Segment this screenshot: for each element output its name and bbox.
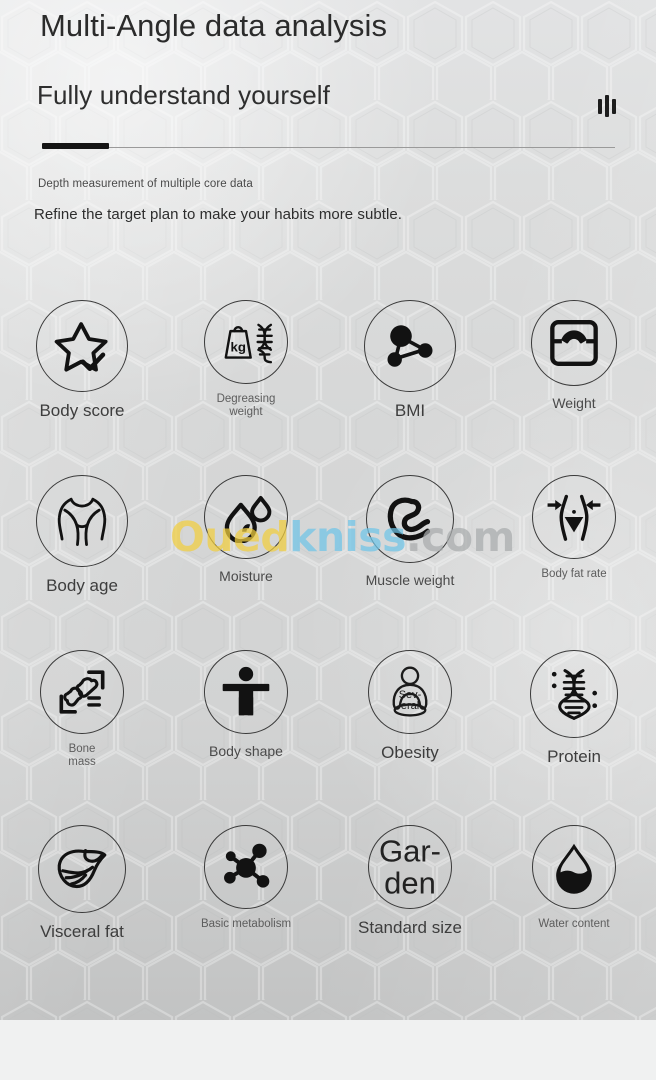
metric-cell[interactable]: Protein (492, 650, 656, 825)
metric-cell[interactable]: Weight (492, 300, 656, 475)
metric-cell[interactable]: Gar- den Standard size (328, 825, 492, 1000)
star-check-icon (36, 300, 128, 392)
dna-helix-icon (530, 650, 618, 738)
header-tagline: Refine the target plan to make your habi… (34, 206, 402, 223)
person-arms-out-icon (204, 650, 288, 734)
filled-droplet-icon (532, 825, 616, 909)
progress-track (42, 147, 615, 148)
metric-cell[interactable]: BMI (328, 300, 492, 475)
icon-inner-text: Sev- eral (398, 688, 422, 712)
metric-cell[interactable]: Body fat rate (492, 475, 656, 650)
metric-label: Water content (538, 918, 610, 930)
progress-fill (42, 143, 109, 149)
bathroom-scale-icon (531, 300, 617, 386)
water-droplets-icon (204, 475, 288, 559)
metric-cell[interactable]: Body shape (164, 650, 328, 825)
metric-label: Body shape (209, 743, 283, 759)
metric-label: Body score (39, 401, 125, 420)
metric-cell[interactable]: Water content (492, 825, 656, 1000)
metric-label: Degreasing weight (216, 393, 276, 419)
product-detail-image: Multi-Angle data analysis Fully understa… (0, 0, 656, 1080)
garden-text-icon: Gar- den (368, 825, 452, 909)
metric-label: Protein (547, 747, 601, 766)
icon-inner-text: Gar- den (379, 833, 441, 900)
metric-label: Body fat rate (541, 568, 607, 580)
metric-label: Weight (552, 395, 596, 411)
molecule-triangle-icon (364, 300, 456, 392)
torso-body-icon (36, 475, 128, 567)
atom-molecule-icon (204, 825, 288, 909)
metric-cell[interactable]: kg Degreasing weight (164, 300, 328, 475)
metric-cell[interactable]: Basic metabolism (164, 825, 328, 1000)
equalizer-icon (594, 93, 620, 119)
metric-cell[interactable]: Body score (0, 300, 164, 475)
obese-person-icon: Sev- eral (368, 650, 452, 734)
page-subtitle: Fully understand yourself (37, 80, 330, 110)
info-panel: Multi-Angle data analysis Fully understa… (0, 0, 656, 1020)
page-footer-strip (0, 1020, 656, 1080)
metric-cell[interactable]: Muscle weight (328, 475, 492, 650)
header-caption: Depth measurement of multiple core data (38, 178, 253, 190)
metric-label: Muscle weight (365, 572, 455, 588)
metrics-grid: Body score kg Degreasing weight BMI Weig… (0, 300, 656, 1000)
metric-label: Obesity (381, 743, 439, 762)
metric-cell[interactable]: Visceral fat (0, 825, 164, 1000)
metric-cell[interactable]: Moisture (164, 475, 328, 650)
metric-label: Bone mass (68, 743, 96, 769)
kg-weight-dna-icon: kg (204, 300, 288, 384)
metric-cell[interactable]: Sev- eral Obesity (328, 650, 492, 825)
waist-arrows-icon (532, 475, 616, 559)
metric-label: BMI (394, 401, 426, 420)
metric-label: Moisture (219, 568, 273, 584)
svg-text:kg: kg (231, 339, 246, 354)
metric-cell[interactable]: Body age (0, 475, 164, 650)
metric-label: Body age (46, 576, 118, 595)
page-title: Multi-Angle data analysis (40, 8, 388, 43)
liver-organ-icon (38, 825, 126, 913)
metric-label: Basic metabolism (200, 918, 292, 930)
bone-xray-icon (40, 650, 124, 734)
metric-label: Standard size (358, 918, 462, 937)
metric-label: Visceral fat (40, 922, 124, 941)
flexed-biceps-icon (366, 475, 454, 563)
metric-cell[interactable]: Bone mass (0, 650, 164, 825)
